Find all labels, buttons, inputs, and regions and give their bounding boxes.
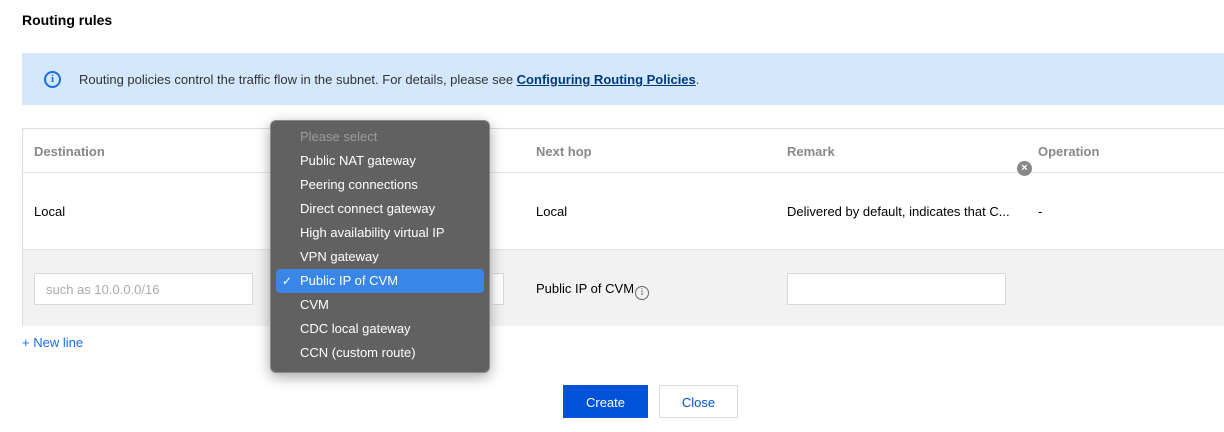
next-hop-value: Public IP of CVM i [536, 281, 650, 300]
table-header: Destination Next hop Remark Operation [23, 129, 1224, 173]
info-icon: i [44, 71, 61, 88]
option-public-nat-gateway[interactable]: Public NAT gateway [276, 149, 484, 173]
help-icon[interactable]: i [635, 286, 650, 300]
option-public-ip-of-cvm[interactable]: ✓ Public IP of CVM [276, 269, 484, 293]
checkmark-icon: ✓ [282, 274, 293, 288]
next-hop-type-select[interactable] [493, 273, 504, 305]
table-row: Local Local Delivered by default, indica… [23, 173, 1224, 250]
option-peering-connections[interactable]: Peering connections [276, 173, 484, 197]
notice-text: Routing policies control the traffic flo… [79, 72, 699, 87]
header-next-hop: Next hop [536, 144, 592, 159]
create-button[interactable]: Create [563, 385, 648, 418]
new-line-link[interactable]: + New line [22, 335, 83, 350]
next-hop-value-text: Public IP of CVM [536, 281, 635, 296]
cell-remark: Delivered by default, indicates that C..… [787, 204, 1010, 219]
routing-rules-table: Destination Next hop Remark Operation Lo… [22, 128, 1224, 326]
cell-operation: - [1038, 204, 1043, 219]
cell-next-hop: Local [536, 204, 568, 219]
page-title: Routing rules [22, 12, 113, 28]
close-button[interactable]: Close [659, 385, 738, 418]
delete-row-icon[interactable]: × [1017, 161, 1032, 176]
option-vpn-gateway[interactable]: VPN gateway [276, 245, 484, 269]
edit-row: Public IP of CVMi [23, 250, 1224, 326]
option-cdc-local-gateway[interactable]: CDC local gateway [276, 317, 484, 341]
remark-input[interactable] [787, 273, 1006, 305]
notice-suffix: . [695, 72, 700, 87]
option-ccn-custom-route[interactable]: CCN (custom route) [276, 341, 484, 365]
option-high-availability-virtual-ip[interactable]: High availability virtual IP [276, 221, 484, 245]
destination-input[interactable] [34, 273, 253, 305]
option-cvm[interactable]: CVM [276, 293, 484, 317]
option-direct-connect-gateway[interactable]: Direct connect gateway [276, 197, 484, 221]
header-operation: Operation [1038, 144, 1100, 159]
option-label: Public IP of CVM [300, 273, 399, 288]
header-destination: Destination [34, 144, 105, 159]
cell-destination: Local [34, 204, 66, 219]
header-remark: Remark [787, 144, 835, 159]
configuring-routing-policies-link[interactable]: Configuring Routing Policies [517, 72, 696, 87]
dropdown-placeholder: Please select [300, 129, 378, 144]
info-notice: i Routing policies control the traffic f… [22, 53, 1224, 105]
next-hop-type-dropdown: Please select Public NAT gateway Peering… [270, 120, 490, 373]
notice-message: Routing policies control the traffic flo… [79, 72, 517, 87]
